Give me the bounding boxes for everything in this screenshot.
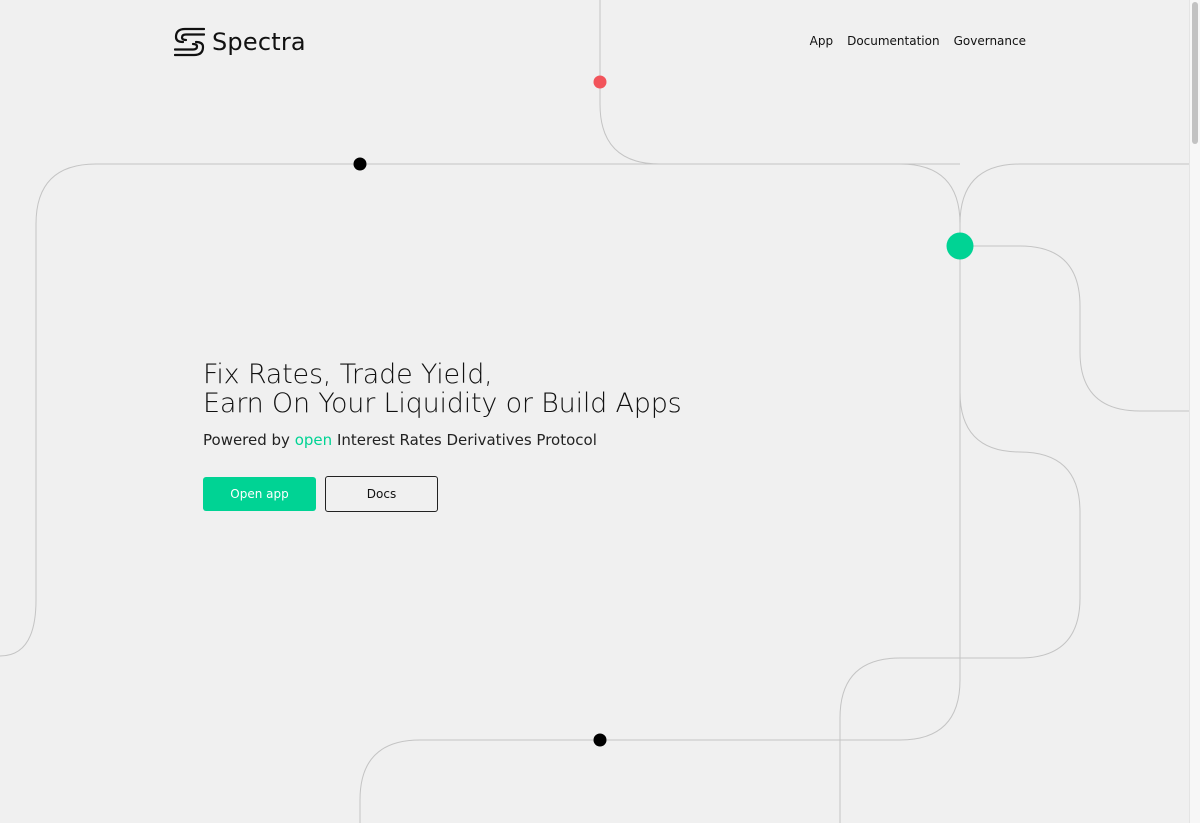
open-app-button[interactable]: Open app	[203, 477, 316, 511]
subtitle-prefix: Powered by	[203, 431, 290, 449]
black-node-dot-top	[353, 157, 367, 171]
red-node-dot	[593, 75, 607, 89]
black-node-dot-bottom	[593, 733, 607, 747]
docs-button[interactable]: Docs	[325, 476, 438, 512]
nav-documentation-link[interactable]: Documentation	[847, 34, 940, 48]
subtitle-suffix: Interest Rates Derivatives Protocol	[336, 431, 597, 449]
green-node-dot	[946, 232, 974, 260]
hero-title-line-1: Fix Rates, Trade Yield,	[203, 359, 493, 390]
hero-section: Fix Rates, Trade Yield, Earn On Your Liq…	[203, 360, 682, 512]
landing-page: Spectra App Documentation Governance Fix…	[0, 0, 1200, 823]
nav-governance-link[interactable]: Governance	[954, 34, 1026, 48]
subtitle-accent-word: open	[294, 431, 333, 449]
page-scrollbar[interactable]	[1189, 0, 1200, 823]
brand-name: Spectra	[212, 28, 306, 56]
top-nav: App Documentation Governance	[810, 34, 1026, 48]
right-top-circuit-line	[959, 163, 1190, 225]
hero-subtitle: Powered by open Interest Rates Derivativ…	[203, 431, 682, 449]
brand-logo-link[interactable]: Spectra	[174, 27, 306, 57]
spectra-logo-icon	[174, 27, 205, 57]
hero-button-group: Open app Docs	[203, 476, 682, 512]
right-loop-circuit-line	[960, 245, 1190, 412]
nav-app-link[interactable]: App	[810, 34, 833, 48]
hero-title: Fix Rates, Trade Yield, Earn On Your Liq…	[203, 360, 682, 418]
hero-title-line-2: Earn On Your Liquidity or Build Apps	[203, 388, 682, 419]
scrollbar-thumb[interactable]	[1192, 2, 1198, 144]
